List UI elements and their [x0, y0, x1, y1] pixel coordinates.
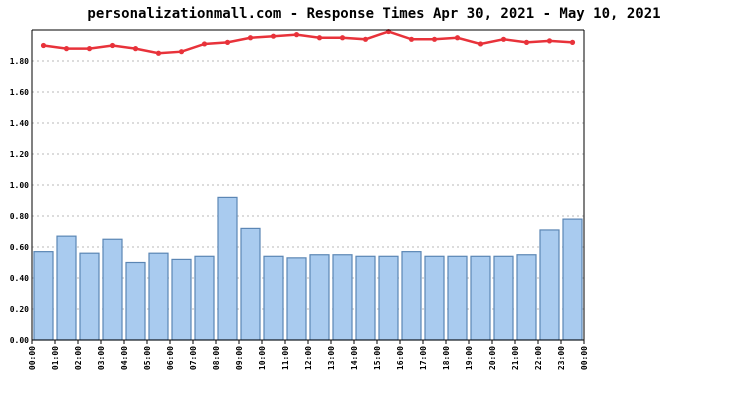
chart-title: personalizationmall.com - Response Times…: [87, 6, 660, 22]
y-tick-label: 0.60: [10, 243, 29, 252]
x-tick-labels: 00:00 01:00 02:00 03:00 04:00 05:00 06:00 07:00…: [28, 346, 589, 370]
line-point: [247, 35, 254, 41]
y-tick-label: 0.40: [10, 274, 29, 283]
line-point: [201, 41, 208, 47]
x-tick-label: 11:00: [281, 346, 290, 370]
line-point: [293, 32, 300, 38]
bar-layer: [33, 196, 583, 341]
line-point: [477, 41, 484, 47]
y-tick-label: 0.20: [10, 305, 29, 314]
series-line: [43, 30, 573, 55]
bar: [401, 251, 422, 341]
bar: [217, 196, 238, 341]
x-tick-label: 00:00: [580, 346, 589, 370]
y-tick-label: 1.00: [10, 181, 29, 190]
bar: [286, 257, 307, 341]
x-tick-label: 14:00: [350, 346, 359, 370]
y-tick-label: 1.20: [10, 150, 29, 159]
line-point: [224, 39, 231, 46]
bar: [332, 254, 353, 341]
line-point: [109, 42, 116, 49]
x-tick-label: 08:00: [212, 346, 221, 370]
line-point: [454, 35, 461, 41]
line-point: [339, 35, 346, 41]
x-tick-label: 17:00: [419, 346, 428, 370]
bar: [470, 255, 491, 341]
x-tick-label: 04:00: [120, 346, 129, 370]
bar: [309, 254, 330, 341]
line-point: [316, 35, 323, 41]
bar: [171, 258, 192, 341]
x-tick-label: 22:00: [534, 346, 543, 370]
y-tick-label: 1.60: [10, 88, 29, 97]
line-point: [500, 36, 507, 42]
x-tick-label: 06:00: [166, 346, 175, 370]
x-tick-label: 01:00: [51, 346, 60, 370]
y-tick-label: 0.80: [10, 212, 29, 221]
x-tick-label: 03:00: [97, 346, 106, 370]
bar: [79, 252, 100, 341]
x-tick-label: 16:00: [396, 346, 405, 370]
x-tick-label: 15:00: [373, 346, 382, 370]
line-point: [178, 49, 185, 55]
line-point: [362, 36, 369, 42]
line-point: [132, 46, 139, 52]
x-tick-label: 13:00: [327, 346, 336, 370]
y-tick-label: 1.40: [10, 119, 29, 128]
bar: [539, 229, 560, 341]
x-tick-label: 00:00: [28, 346, 37, 370]
x-tick-label: 19:00: [465, 346, 474, 370]
bar: [447, 255, 468, 341]
bar: [378, 255, 399, 341]
bar: [102, 238, 123, 341]
bar: [148, 252, 169, 341]
y-tick-label: 1.80: [10, 57, 29, 66]
bar: [493, 255, 514, 341]
bar: [56, 235, 77, 341]
bar: [355, 255, 376, 341]
bar: [424, 255, 445, 341]
bar: [263, 255, 284, 341]
bar: [240, 227, 261, 341]
x-tick-label: 12:00: [304, 346, 313, 370]
x-tick-label: 07:00: [189, 346, 198, 370]
x-tick-label: 05:00: [143, 346, 152, 370]
line-point: [40, 42, 47, 49]
line-point: [86, 46, 93, 52]
bar: [125, 261, 146, 341]
bar: [516, 254, 537, 341]
line-point: [63, 46, 70, 52]
line-point: [523, 39, 530, 46]
y-tick-label: 0.00: [10, 336, 29, 345]
x-tick-label: 02:00: [74, 346, 83, 370]
x-tick-label: 21:00: [511, 346, 520, 370]
line-point: [569, 39, 576, 46]
line-point: [270, 33, 277, 39]
bar: [194, 255, 215, 341]
x-tick-label: 09:00: [235, 346, 244, 370]
line-layer: [40, 28, 576, 56]
line-point: [431, 36, 438, 42]
line-point: [155, 50, 162, 56]
response-times-chart: personalizationmall.com - Response Times…: [10, 6, 661, 370]
bar: [562, 218, 583, 341]
x-tick-label: 18:00: [442, 346, 451, 370]
line-point: [408, 36, 415, 42]
line-point: [546, 38, 553, 44]
x-tick-label: 10:00: [258, 346, 267, 370]
bar: [33, 251, 54, 341]
x-tick-label: 20:00: [488, 346, 497, 370]
x-tick-label: 23:00: [557, 346, 566, 370]
y-tick-labels: 0.00 0.20 0.40 0.60 0.80 1.00 1.20 1.40 1.60 1.80: [10, 57, 29, 345]
